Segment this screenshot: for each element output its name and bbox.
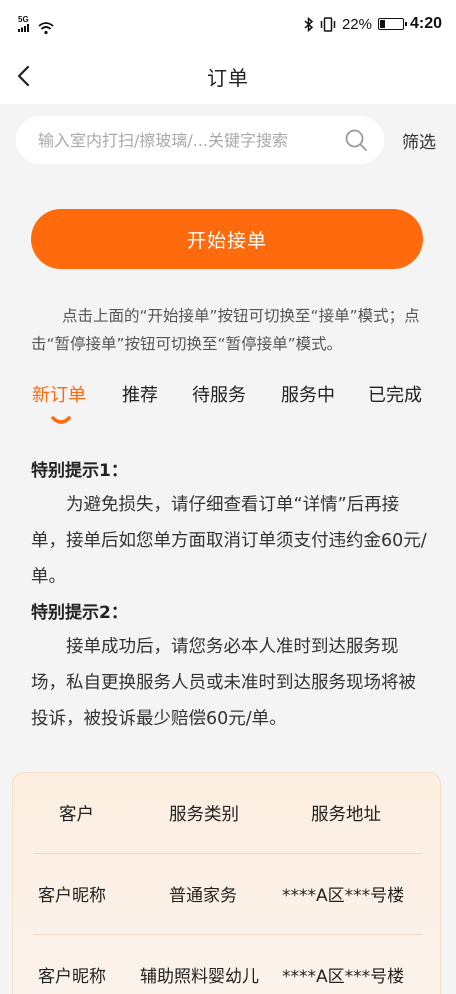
cell-address: ****A区***号楼 (282, 967, 405, 987)
header-service-type: 服务类别 (169, 804, 239, 825)
filter-button[interactable]: 筛选 (402, 128, 436, 153)
notice-title: 特别提示2： (31, 603, 128, 623)
page-title: 订单 (207, 65, 249, 90)
search-icon[interactable] (344, 128, 368, 152)
notice-1: 特别提示1： 为避免损失，请仔细查看订单“详情”后再接单，接单后如您单方面取消订… (31, 456, 427, 595)
signal-icon (18, 24, 29, 32)
chevron-left-icon (17, 65, 30, 87)
status-bar: 5G 22% 4:20 (0, 0, 456, 48)
tab-completed[interactable]: 已完成 (368, 378, 422, 410)
wifi-icon (38, 22, 54, 35)
table-row[interactable]: 客户昵称 普通家务 ****A区***号楼 (33, 853, 422, 933)
cell-customer: 客户昵称 (38, 886, 106, 906)
table-header-row: 客户 服务类别 服务地址 (33, 773, 422, 853)
cell-address: ****A区***号楼 (282, 886, 405, 906)
cell-service-type: 普通家务 (169, 886, 237, 906)
network-type-label: 5G (18, 15, 29, 24)
status-right: 22% 4:20 (304, 15, 442, 33)
battery-fill (379, 20, 386, 28)
start-accepting-button[interactable]: 开始接单 (31, 209, 423, 269)
tab-recommended[interactable]: 推荐 (122, 378, 158, 410)
battery-icon (377, 18, 407, 30)
active-tab-indicator (51, 416, 71, 424)
search-input[interactable] (38, 130, 328, 150)
network-status: 5G (18, 13, 54, 35)
tab-new-orders[interactable]: 新订单 (32, 378, 86, 410)
mode-hint-text: 点击上面的“开始接单”按钮可切换至“接单”模式；点击“暂停接单”按钮可切换至“暂… (31, 307, 420, 353)
network-type: 5G (18, 16, 36, 32)
tab-in-service[interactable]: 服务中 (281, 378, 335, 410)
order-tabs: 新订单 推荐 待服务 服务中 已完成 (18, 378, 438, 430)
battery-percent: 22% (341, 15, 372, 33)
back-button[interactable] (10, 62, 38, 90)
vibrate-icon (320, 16, 336, 32)
notice-title: 特别提示1： (31, 461, 128, 481)
clock: 4:20 (409, 15, 442, 32)
bluetooth-icon (304, 16, 314, 32)
tab-pending-service[interactable]: 待服务 (192, 378, 246, 410)
header-service-address: 服务地址 (311, 804, 381, 825)
notice-body: 为避免损失，请仔细查看订单“详情”后再接单，接单后如您单方面取消订单须支付违约金… (31, 495, 427, 587)
header-customer: 客户 (59, 804, 94, 825)
orders-table: 客户 服务类别 服务地址 客户昵称 普通家务 ****A区***号楼 客户昵称 … (12, 772, 441, 994)
notice-2: 特别提示2： 接单成功后，请您务必本人准时到达服务现场，私自更换服务人员或未准时… (31, 598, 427, 737)
search-box[interactable] (16, 116, 384, 164)
table-row[interactable]: 客户昵称 辅助照料婴幼儿 ****A区***号楼 (33, 934, 422, 994)
cell-service-type: 辅助照料婴幼儿 (140, 967, 259, 987)
title-bar: 订单 (0, 48, 456, 104)
cell-customer: 客户昵称 (38, 967, 106, 987)
search-row: 筛选 (16, 116, 440, 164)
notice-body: 接单成功后，请您务必本人准时到达服务现场，私自更换服务人员或未准时到达服务现场将… (31, 637, 416, 729)
